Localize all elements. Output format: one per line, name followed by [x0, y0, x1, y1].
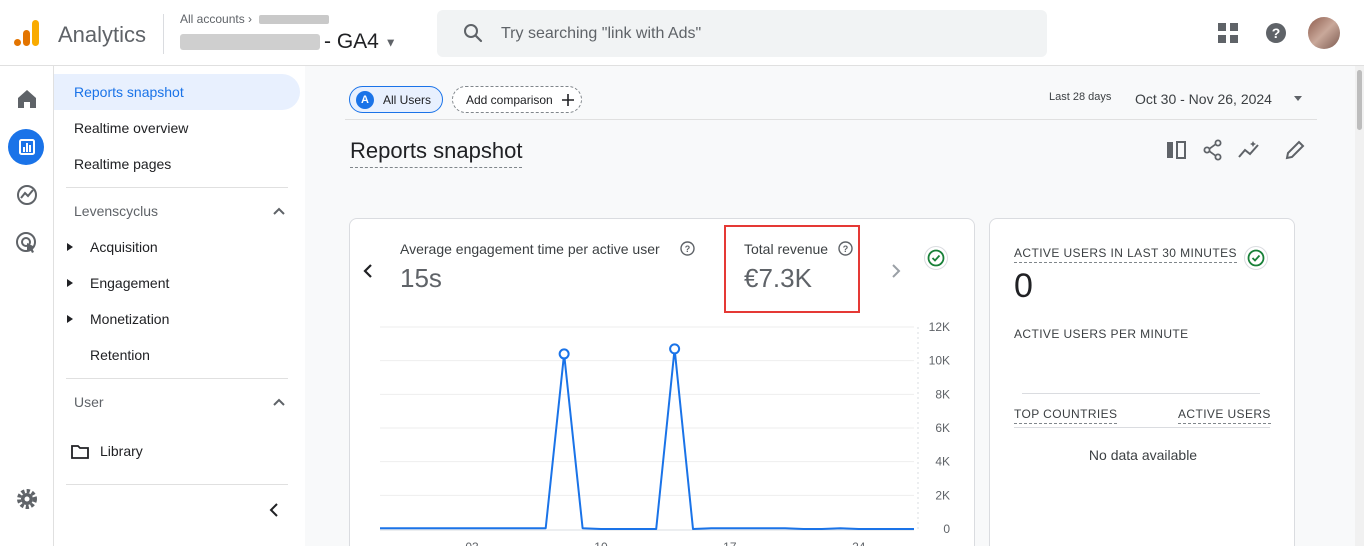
nav-item-acquisition[interactable]: Acquisition [90, 239, 158, 255]
col-active-users[interactable]: ACTIVE USERS [1178, 407, 1271, 424]
x-tick-label: 03 [465, 540, 479, 546]
chevron-right-icon[interactable] [890, 263, 902, 279]
data-point-marker[interactable] [558, 348, 570, 360]
x-tick-label: 17 [723, 540, 737, 546]
date-preset-label: Last 28 days [1049, 91, 1112, 103]
per-minute-label: ACTIVE USERS PER MINUTE [1014, 327, 1189, 341]
folder-icon [71, 445, 89, 459]
nav-section-user[interactable]: User [74, 394, 104, 410]
redacted-account-name [259, 15, 330, 25]
header-divider [163, 14, 164, 54]
help-outline-icon[interactable]: ? [680, 241, 695, 256]
search-icon [464, 24, 483, 43]
table-divider [1014, 427, 1270, 428]
redacted-property-name [180, 34, 320, 51]
toolbar-divider [345, 119, 1317, 120]
nav-item-monetization[interactable]: Monetization [90, 311, 169, 327]
expand-triangle-icon[interactable] [67, 315, 73, 323]
chevron-up-icon[interactable] [272, 395, 286, 409]
y-tick-label: 8K [935, 387, 950, 401]
home-icon[interactable] [14, 86, 40, 112]
nav-item-retention[interactable]: Retention [90, 347, 150, 363]
data-point-marker[interactable] [669, 343, 681, 355]
collapse-nav-chevron-icon[interactable] [266, 502, 282, 518]
advertising-icon[interactable] [14, 230, 40, 256]
nav-item-realtime-pages[interactable]: Realtime pages [74, 156, 171, 172]
share-icon[interactable] [1202, 139, 1224, 161]
property-suffix: - GA4 [324, 30, 379, 53]
help-icon[interactable]: ? [1265, 22, 1287, 44]
insights-sparkle-icon[interactable] [1238, 139, 1260, 161]
add-comparison-button[interactable]: Add comparison [452, 86, 582, 113]
check-circle-icon [1244, 246, 1268, 270]
segment-avatar: A [356, 91, 374, 109]
edit-pencil-icon[interactable] [1284, 139, 1306, 161]
svg-text:?: ? [685, 244, 691, 254]
y-tick-label: 0 [943, 522, 950, 536]
chevron-up-icon[interactable] [272, 204, 286, 218]
nav-item-library[interactable]: Library [100, 443, 143, 459]
search-bar[interactable] [437, 10, 1047, 57]
nav-item-reports-snapshot[interactable]: Reports snapshot [74, 84, 184, 100]
x-tick-label: 10 [594, 540, 608, 546]
y-tick-label: 4K [935, 455, 950, 469]
nav-item-engagement[interactable]: Engagement [90, 275, 169, 291]
top-app-bar: Analytics All accounts › - GA4 ▼ ? [0, 0, 1364, 66]
account-avatar[interactable] [1308, 17, 1340, 49]
nav-item-realtime-overview[interactable]: Realtime overview [74, 120, 188, 136]
active-users-value: 0 [1014, 267, 1033, 305]
x-tick-label: 24 [852, 540, 866, 546]
caret-down-icon: ▼ [384, 35, 397, 50]
add-comparison-label: Add comparison [466, 93, 553, 107]
explore-icon[interactable] [14, 182, 40, 208]
reports-bar-chart-icon[interactable] [14, 134, 40, 160]
nav-divider [66, 187, 288, 188]
app-name: Analytics [58, 22, 147, 47]
plus-icon [562, 94, 574, 106]
breadcrumb[interactable]: All accounts › [180, 12, 330, 26]
y-tick-label: 10K [929, 354, 950, 368]
nav-section-lifecycle[interactable]: Levenscyclus [74, 203, 158, 219]
active-users-label: ACTIVE USERS IN LAST 30 MINUTES [1014, 246, 1237, 263]
page-title: Reports snapshot [350, 138, 523, 168]
expand-triangle-icon[interactable] [67, 243, 73, 251]
chevron-right-icon: › [248, 12, 253, 26]
series-line [380, 347, 914, 530]
all-users-label: All Users [383, 93, 432, 107]
col-top-countries[interactable]: TOP COUNTRIES [1014, 407, 1118, 424]
expand-triangle-icon[interactable] [67, 279, 73, 287]
svg-text:?: ? [1272, 25, 1281, 41]
breadcrumb-root[interactable]: All accounts [180, 12, 245, 26]
page-scrollbar[interactable] [1355, 66, 1364, 546]
metrics-chart-card: Average engagement time per active user … [349, 218, 975, 546]
left-rail [0, 66, 54, 546]
revenue-line-chart: 0 2K 4K 6K 8K 10K 12K 03 10 17 24 [380, 320, 950, 546]
main-content: A All Users Add comparison Last 28 days … [305, 66, 1355, 546]
analytics-logo-icon[interactable] [12, 18, 42, 48]
realtime-card: ACTIVE USERS IN LAST 30 MINUTES 0 ACTIVE… [989, 218, 1295, 546]
no-data-message: No data available [1088, 447, 1198, 463]
metric-value-engagement: 15s [400, 263, 442, 293]
nav-divider [66, 484, 288, 485]
y-tick-label: 6K [935, 421, 950, 435]
admin-gear-icon[interactable] [14, 486, 40, 512]
chevron-left-icon[interactable] [362, 263, 374, 279]
y-tick-label: 2K [935, 488, 950, 502]
apps-grid-icon[interactable] [1217, 22, 1239, 44]
compare-columns-icon[interactable] [1165, 139, 1187, 161]
property-selector[interactable]: - GA4 ▼ [180, 30, 397, 54]
nav-divider [66, 378, 288, 379]
metric-label-engagement: Average engagement time per active user [400, 241, 660, 257]
caret-down-icon[interactable] [1293, 95, 1303, 103]
scrollbar-thumb[interactable] [1357, 70, 1362, 130]
search-input[interactable] [501, 22, 1021, 46]
date-range-picker[interactable]: Oct 30 - Nov 26, 2024 [1135, 91, 1272, 107]
revenue-highlight-box [724, 225, 860, 313]
check-circle-icon [924, 246, 948, 270]
all-users-chip[interactable]: A All Users [349, 86, 443, 113]
y-tick-label: 12K [929, 320, 950, 334]
per-minute-baseline [1022, 393, 1260, 394]
reports-side-nav: Reports snapshot Realtime overview Realt… [54, 66, 304, 546]
